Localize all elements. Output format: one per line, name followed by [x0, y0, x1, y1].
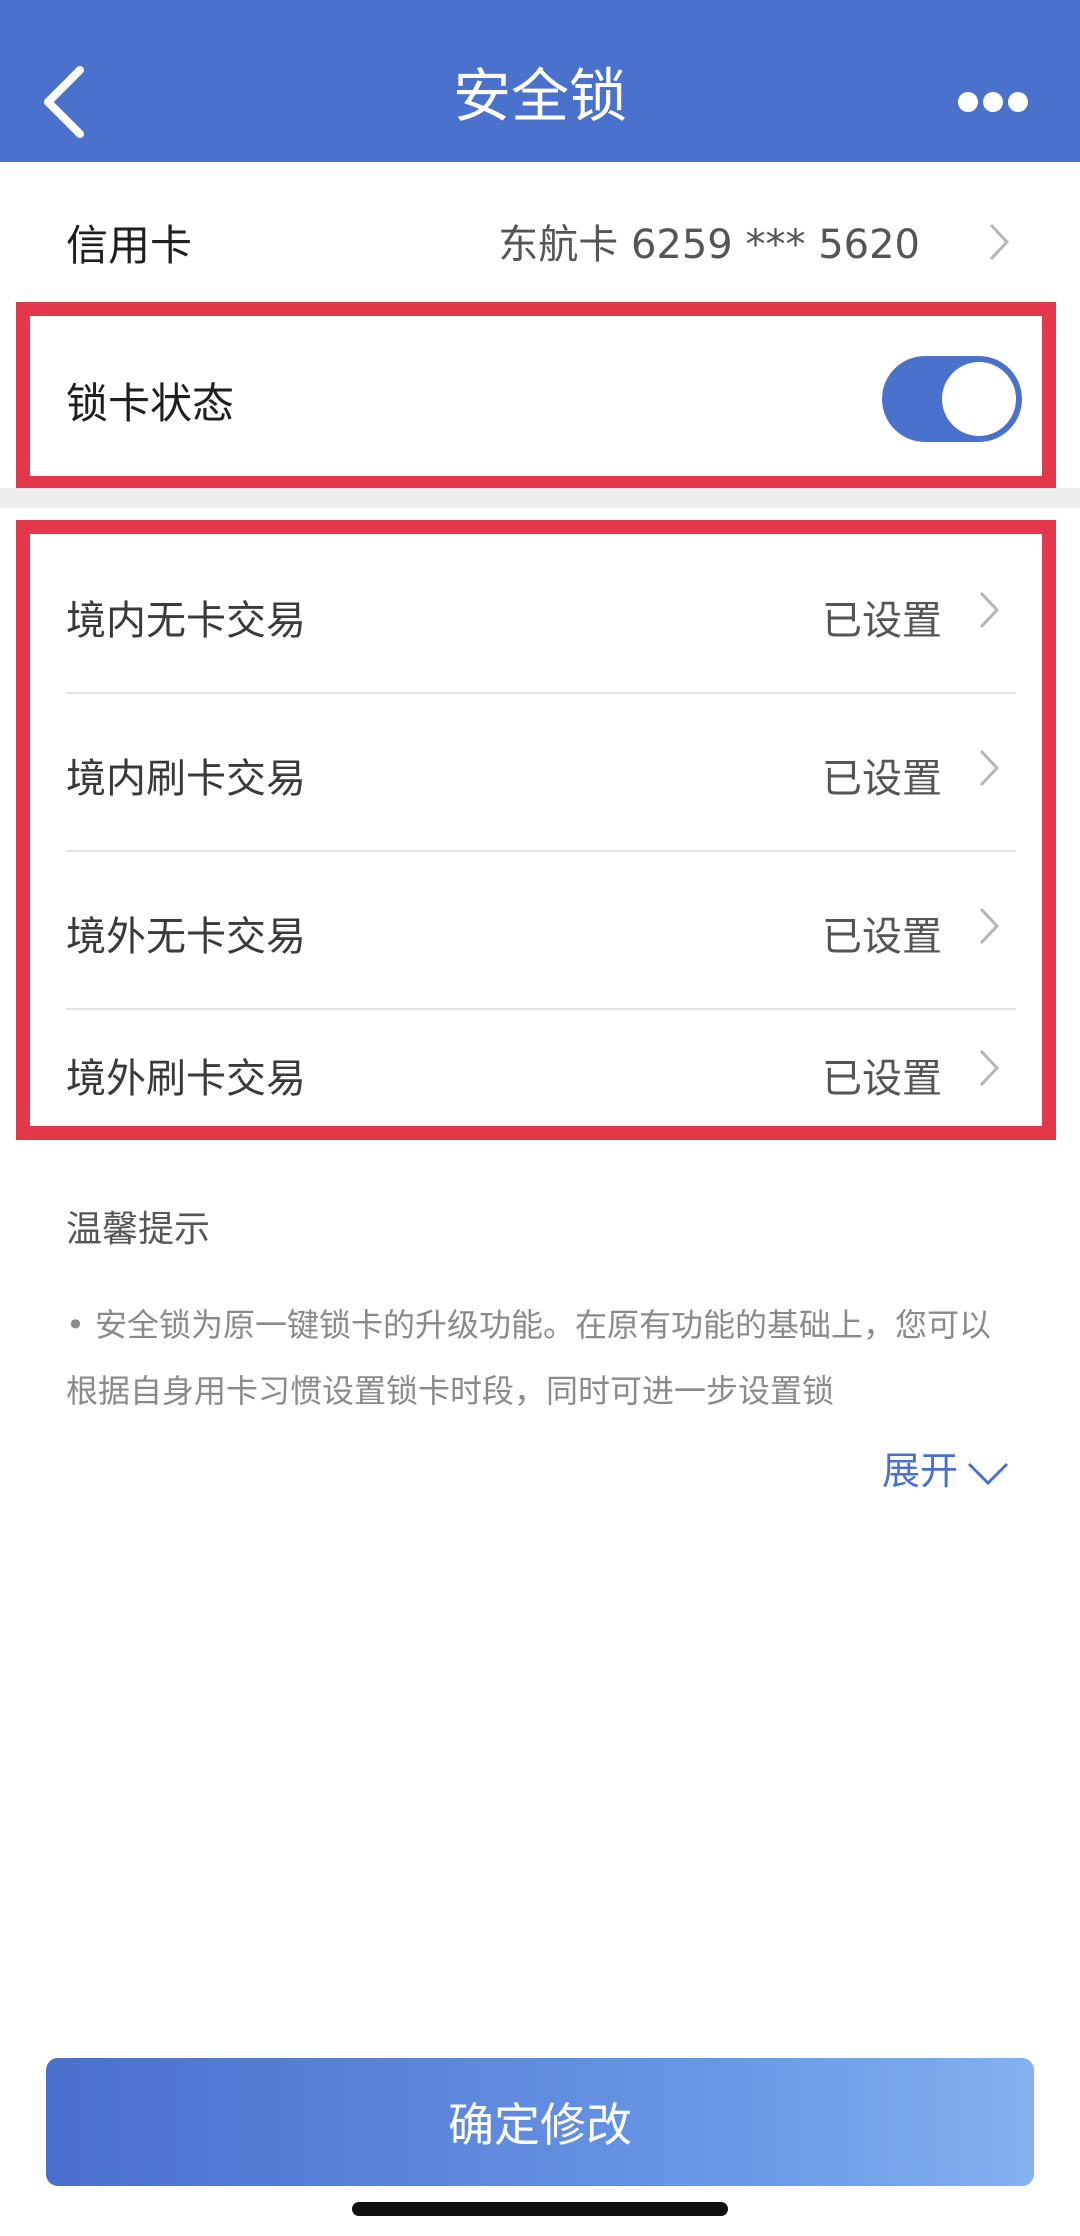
transaction-row-overseas-cardless[interactable]: 境外无卡交易 已设置 [36, 852, 1036, 1010]
chevron-right-icon [979, 591, 1000, 629]
transaction-row-overseas-card[interactable]: 境外刷卡交易 已设置 [36, 1010, 1036, 1126]
lock-status-label: 锁卡状态 [66, 379, 235, 428]
credit-card-label: 信用卡 [66, 221, 193, 270]
transaction-status: 已设置 [822, 914, 942, 960]
lock-status-row: 锁卡状态 [36, 320, 1036, 468]
chevron-right-icon [979, 1049, 1000, 1087]
lock-status-toggle[interactable] [882, 356, 1022, 442]
expand-button[interactable]: 展开 [882, 1440, 1010, 1495]
chevron-right-icon [979, 749, 1000, 787]
home-indicator [352, 2202, 728, 2216]
page-title: 安全锁 [452, 62, 627, 130]
transaction-label: 境外刷卡交易 [66, 1056, 306, 1102]
chevron-down-icon [967, 1462, 1009, 1485]
transaction-label: 境内刷卡交易 [66, 756, 306, 802]
expand-label: 展开 [881, 1449, 958, 1493]
toggle-knob [942, 362, 1016, 436]
transaction-row-domestic-cardless[interactable]: 境内无卡交易 已设置 [36, 536, 1036, 694]
more-button[interactable] [956, 88, 1030, 116]
chevron-right-icon [979, 907, 1000, 945]
top-nav-bar: 安全锁 [0, 0, 1080, 162]
transaction-row-domestic-card[interactable]: 境内刷卡交易 已设置 [36, 694, 1036, 852]
credit-card-value: 东航卡 6259 *** 5620 [498, 222, 920, 268]
section-divider [0, 488, 1080, 508]
chevron-right-icon [989, 223, 1010, 261]
ellipsis-icon [958, 92, 1028, 112]
transaction-status: 已设置 [822, 598, 942, 644]
transaction-status: 已设置 [822, 756, 942, 802]
tips-text: • 安全锁为原一键锁卡的升级功能。在原有功能的基础上，您可以根据自身用卡习惯设置… [66, 1306, 992, 1410]
transaction-label: 境内无卡交易 [66, 598, 306, 644]
credit-card-selector[interactable]: 信用卡 东航卡 6259 *** 5620 [0, 162, 1080, 320]
transaction-status: 已设置 [822, 1056, 942, 1102]
confirm-button[interactable]: 确定修改 [46, 2058, 1034, 2186]
transaction-settings-list: 境内无卡交易 已设置 境内刷卡交易 已设置 境外无卡交易 已设置 境外刷卡交易 … [36, 536, 1036, 1126]
tips-title: 温馨提示 [66, 1209, 211, 1250]
transaction-label: 境外无卡交易 [66, 914, 306, 960]
